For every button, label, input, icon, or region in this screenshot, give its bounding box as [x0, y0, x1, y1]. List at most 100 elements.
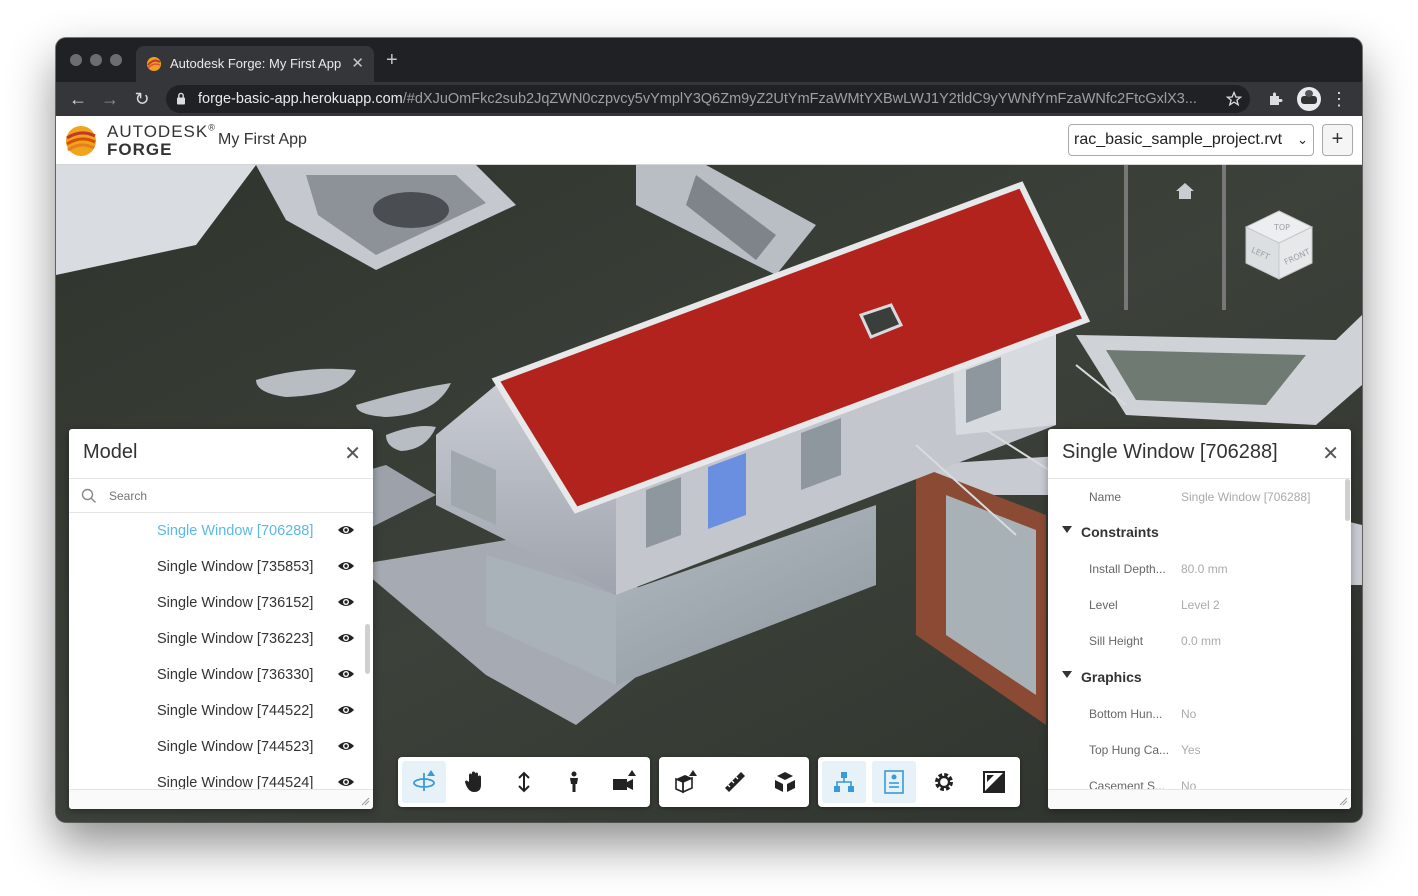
- chevron-down-icon: ⌄: [1297, 132, 1308, 147]
- measure-icon: [725, 772, 745, 792]
- logo-autodesk-text: AUTODESK®: [107, 122, 216, 142]
- lock-icon: [177, 92, 185, 105]
- new-tab-icon[interactable]: +: [386, 50, 398, 70]
- section-tool-button[interactable]: [663, 761, 707, 803]
- resize-grip-icon[interactable]: [1338, 796, 1348, 806]
- section-icon: [675, 770, 697, 794]
- properties-panel-close-icon[interactable]: ✕: [1322, 441, 1339, 466]
- tree-item[interactable]: Single Window [736223]: [69, 621, 365, 657]
- resize-grip-icon[interactable]: [360, 796, 370, 806]
- pan-icon: [465, 771, 481, 792]
- pan-tool-button[interactable]: [452, 761, 496, 803]
- collapse-triangle-icon: [1062, 671, 1072, 678]
- visibility-eye-icon[interactable]: [337, 523, 355, 537]
- tab-title: Autodesk Forge: My First App: [170, 56, 342, 71]
- properties-scrollbar[interactable]: [1345, 479, 1350, 521]
- tree-item[interactable]: Single Window [744522]: [69, 693, 365, 729]
- visibility-eye-icon[interactable]: [337, 667, 355, 681]
- tree-item-label: Single Window [706288]: [157, 523, 314, 539]
- app-header: AUTODESK® FORGE My First App rac_basic_s…: [56, 116, 1362, 165]
- tree-item-label: Single Window [744524]: [157, 775, 314, 789]
- camera-tool-button[interactable]: [602, 761, 646, 803]
- url-text: forge-basic-app.herokuapp.com/#dXJuOmFkc…: [198, 91, 1238, 107]
- first-person-icon: [570, 771, 578, 792]
- tree-item-label: Single Window [744522]: [157, 703, 314, 719]
- model-select-value: rac_basic_sample_project.rvt: [1074, 131, 1283, 148]
- property-value: Yes: [1181, 743, 1201, 757]
- add-model-button[interactable]: +: [1322, 124, 1353, 156]
- first-person-tool-button[interactable]: [552, 761, 596, 803]
- property-value: 0.0 mm: [1181, 634, 1222, 648]
- model-search: [69, 478, 373, 513]
- tab-close-icon[interactable]: ✕: [351, 54, 364, 72]
- property-row: Sill Height 0.0 mm: [1048, 623, 1351, 659]
- bookmark-star-icon[interactable]: [1226, 91, 1242, 107]
- tree-item-label: Single Window [744523]: [157, 739, 314, 755]
- profile-avatar[interactable]: [1297, 87, 1321, 111]
- property-key: Level: [1089, 598, 1118, 612]
- model-tree: Single Window [706288] Single Window [73…: [69, 513, 373, 789]
- property-value: Level 2: [1181, 598, 1220, 612]
- model-select-dropdown[interactable]: rac_basic_sample_project.rvt ⌄: [1068, 124, 1314, 156]
- forward-icon[interactable]: →: [99, 88, 121, 110]
- tab-strip: Autodesk Forge: My First App ✕ +: [56, 38, 1362, 82]
- orbit-tool-button[interactable]: [402, 761, 446, 803]
- model-tree-scrollbar[interactable]: [365, 624, 370, 674]
- model-browser-panel: Model ✕ Single Window [706288] Singl: [69, 429, 373, 809]
- property-row: Level Level 2: [1048, 587, 1351, 623]
- model-browser-tool-button[interactable]: [822, 761, 866, 803]
- property-value: No: [1181, 707, 1197, 721]
- back-icon[interactable]: ←: [67, 88, 89, 110]
- fullscreen-tool-button[interactable]: [972, 761, 1016, 803]
- tab-forge-app[interactable]: Autodesk Forge: My First App ✕: [136, 46, 374, 82]
- tree-item-label: Single Window [735853]: [157, 559, 314, 575]
- extensions-icon[interactable]: [1267, 91, 1283, 107]
- property-row: Name Single Window [706288]: [1048, 479, 1351, 515]
- model-panel-title: Model: [83, 441, 138, 463]
- browser-menu-icon[interactable]: ⋮: [1328, 88, 1350, 110]
- viewcube[interactable]: TOP LEFT FRONT: [1238, 205, 1320, 287]
- property-value: No: [1181, 779, 1197, 789]
- visibility-eye-icon[interactable]: [337, 703, 355, 717]
- zoom-tool-button[interactable]: [502, 761, 546, 803]
- app-title: My First App: [218, 131, 307, 148]
- property-row: Top Hung Ca... Yes: [1048, 732, 1351, 768]
- logo-registered-mark: ®: [208, 122, 216, 133]
- visibility-eye-icon[interactable]: [337, 631, 355, 645]
- properties-tool-button[interactable]: [872, 761, 916, 803]
- maximize-window-button[interactable]: [110, 54, 122, 66]
- minimize-window-button[interactable]: [90, 54, 102, 66]
- category-constraints[interactable]: Constraints: [1048, 514, 1351, 550]
- tree-item[interactable]: Single Window [744523]: [69, 729, 365, 765]
- autodesk-logo-icon: [66, 126, 96, 156]
- model-panel-footer: [69, 789, 373, 809]
- model-search-input[interactable]: [109, 486, 349, 506]
- reload-icon[interactable]: ↻: [131, 88, 153, 110]
- visibility-eye-icon[interactable]: [337, 559, 355, 573]
- tree-item[interactable]: Single Window [736330]: [69, 657, 365, 693]
- forge-app: AUTODESK® FORGE My First App rac_basic_s…: [56, 116, 1362, 822]
- model-panel-close-icon[interactable]: ✕: [344, 441, 361, 466]
- tree-item[interactable]: Single Window [736152]: [69, 585, 365, 621]
- category-graphics[interactable]: Graphics: [1048, 659, 1351, 695]
- home-icon[interactable]: [1174, 181, 1196, 201]
- visibility-eye-icon[interactable]: [337, 775, 355, 789]
- viewer-canvas[interactable]: TOP LEFT FRONT Model ✕ Single Window: [56, 165, 1362, 822]
- close-window-button[interactable]: [70, 54, 82, 66]
- properties-panel-title: Single Window [706288]: [1062, 441, 1278, 463]
- tree-item[interactable]: Single Window [744524]: [69, 765, 365, 789]
- address-bar[interactable]: forge-basic-app.herokuapp.com/#dXJuOmFkc…: [166, 85, 1250, 113]
- category-label: Constraints: [1081, 524, 1159, 540]
- measure-tool-button[interactable]: [713, 761, 757, 803]
- visibility-eye-icon[interactable]: [337, 739, 355, 753]
- tree-item[interactable]: Single Window [735853]: [69, 549, 365, 585]
- category-label: Graphics: [1081, 669, 1142, 685]
- property-value: 80.0 mm: [1181, 562, 1228, 576]
- properties-list: Name Single Window [706288] Constraints …: [1048, 478, 1351, 789]
- visibility-eye-icon[interactable]: [337, 595, 355, 609]
- url-path: /#dXJuOmFkc2sub2JqZWN0czpvcy5vYmplY3Q6Zm…: [402, 91, 1197, 107]
- tree-item[interactable]: Single Window [706288]: [69, 513, 365, 549]
- settings-tool-button[interactable]: [922, 761, 966, 803]
- collapse-triangle-icon: [1062, 526, 1072, 533]
- explode-tool-button[interactable]: [763, 761, 807, 803]
